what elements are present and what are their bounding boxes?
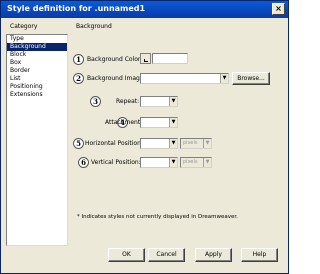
background-header: Background bbox=[76, 23, 112, 30]
chevron-down-icon: ▼ bbox=[220, 74, 228, 83]
chevron-down-icon: ▼ bbox=[203, 158, 211, 167]
category-item-extensions[interactable]: Extensions bbox=[7, 91, 67, 99]
repeat-label: Repeat: bbox=[116, 98, 140, 105]
apply-button[interactable]: Apply bbox=[195, 248, 232, 262]
attachment-dropdown[interactable]: ▼ bbox=[140, 117, 178, 128]
horizontal-unit-dropdown: pixels ▼ bbox=[180, 138, 212, 149]
background-color-input[interactable] bbox=[152, 53, 188, 64]
ok-button[interactable]: OK bbox=[108, 248, 145, 262]
title-bar: Style definition for .unnamed1 × bbox=[1, 1, 288, 18]
category-item-block[interactable]: Block bbox=[7, 51, 67, 59]
background-image-dropdown[interactable]: ▼ bbox=[140, 73, 229, 84]
category-item-positioning[interactable]: Positioning bbox=[7, 83, 67, 91]
background-image-label: Background Image: bbox=[87, 75, 146, 82]
style-definition-dialog: Style definition for .unnamed1 × Categor… bbox=[0, 0, 289, 274]
vertical-unit-dropdown: pixels ▼ bbox=[180, 157, 212, 168]
chevron-down-icon: ▼ bbox=[169, 97, 177, 106]
browse-button[interactable]: Browse... bbox=[232, 72, 270, 85]
horizontal-position-dropdown[interactable]: ▼ bbox=[140, 138, 178, 149]
horizontal-position-label: Horizontal Position: bbox=[85, 140, 143, 147]
vertical-unit-value: pixels bbox=[183, 159, 198, 165]
vertical-position-dropdown[interactable]: ▼ bbox=[140, 157, 178, 168]
category-item-box[interactable]: Box bbox=[7, 59, 67, 67]
step-3-marker: 3 bbox=[90, 96, 101, 107]
chevron-down-icon: ▼ bbox=[169, 158, 177, 167]
dialog-title: Style definition for .unnamed1 bbox=[7, 4, 146, 13]
vertical-position-label: Vertical Position: bbox=[91, 159, 141, 166]
color-picker-icon[interactable] bbox=[140, 53, 151, 64]
step-5-marker: 5 bbox=[73, 138, 84, 149]
chevron-down-icon: ▼ bbox=[203, 139, 211, 148]
repeat-dropdown[interactable]: ▼ bbox=[140, 96, 178, 107]
category-item-type[interactable]: Type bbox=[7, 35, 67, 43]
category-header: Category bbox=[10, 23, 38, 30]
step-1-marker: 1 bbox=[73, 54, 84, 65]
horizontal-unit-value: pixels bbox=[183, 140, 198, 146]
background-color-label: Background Color: bbox=[87, 56, 143, 63]
footnote: * Indicates styles not currently display… bbox=[77, 214, 238, 220]
help-button[interactable]: Help bbox=[241, 248, 278, 262]
chevron-down-icon: ▼ bbox=[169, 139, 177, 148]
chevron-down-icon: ▼ bbox=[169, 118, 177, 127]
attachment-label: Attachment: bbox=[105, 119, 143, 126]
step-6-marker: 6 bbox=[78, 157, 89, 168]
step-2-marker: 2 bbox=[73, 73, 84, 84]
close-button[interactable]: × bbox=[272, 3, 285, 15]
category-item-border[interactable]: Border bbox=[7, 67, 67, 75]
category-list[interactable]: Type Background Block Box Border List Po… bbox=[6, 34, 68, 246]
category-item-list[interactable]: List bbox=[7, 75, 67, 83]
cancel-button[interactable]: Cancel bbox=[148, 248, 185, 262]
category-item-background[interactable]: Background bbox=[7, 43, 67, 51]
